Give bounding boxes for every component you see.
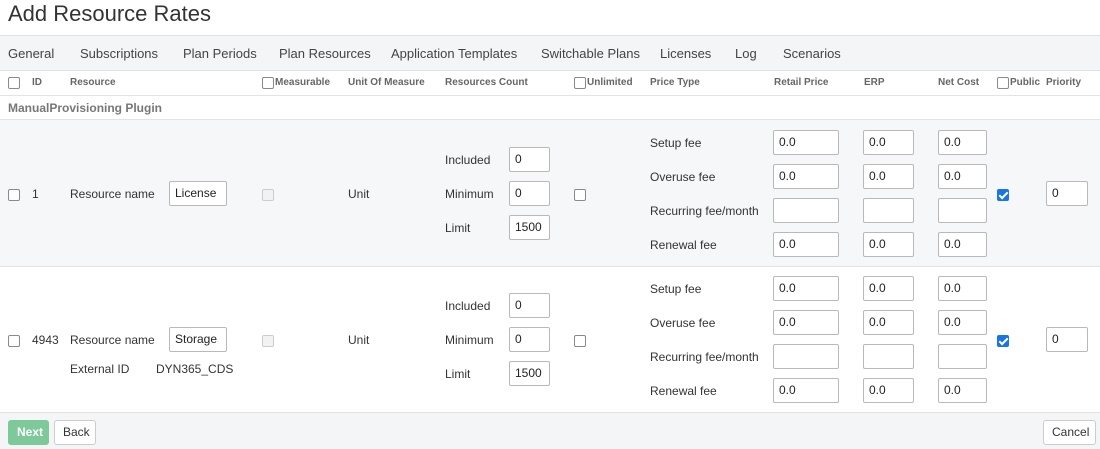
measurable-checkbox [262, 335, 274, 347]
col-public: Public [1010, 77, 1041, 88]
col-erp: ERP [864, 77, 885, 88]
row-select-checkbox[interactable] [8, 189, 20, 201]
col-retail-price: Retail Price [774, 77, 829, 88]
renewal-fee-erp-input[interactable]: 0.0 [863, 232, 914, 257]
tab-plan-resources[interactable]: Plan Resources [279, 46, 371, 61]
public-all-checkbox[interactable] [997, 77, 1009, 89]
limit-input[interactable]: 1500 [509, 215, 550, 240]
included-label: Included [445, 299, 491, 313]
unlimited-checkbox[interactable] [574, 335, 586, 347]
col-resource: Resource [70, 77, 116, 88]
renewal-fee-retail-input[interactable]: 0.0 [773, 232, 839, 257]
next-button[interactable]: Next [8, 420, 49, 445]
unlimited-checkbox[interactable] [574, 189, 586, 201]
tab-licenses[interactable]: Licenses [660, 46, 711, 61]
unit-of-measure: Unit [348, 333, 370, 347]
col-resources-count: Resources Count [445, 77, 528, 88]
priority-input[interactable]: 0 [1046, 327, 1088, 352]
table-header: ID Resource Measurable Unit Of Measure R… [0, 71, 1100, 96]
included-input[interactable]: 0 [509, 147, 550, 172]
setup-fee-label: Setup fee [650, 282, 702, 296]
public-checkbox[interactable] [997, 335, 1009, 347]
overuse-fee-label: Overuse fee [650, 316, 716, 330]
setup-fee-erp-input[interactable]: 0.0 [863, 130, 914, 155]
recurring-fee-label: Recurring fee/month [650, 350, 759, 364]
external-id-value: DYN365_CDS [156, 362, 234, 376]
overuse-fee-net-input[interactable]: 0.0 [938, 164, 987, 189]
col-id: ID [32, 77, 42, 88]
footer-bar: Next Back Cancel [0, 412, 1100, 449]
overuse-fee-retail-input[interactable]: 0.0 [773, 164, 839, 189]
minimum-label: Minimum [445, 187, 494, 201]
setup-fee-retail-input[interactable]: 0.0 [773, 276, 839, 301]
table-row: 4943 Resource name Storage External ID D… [0, 266, 1100, 412]
resource-name-label: Resource name [70, 333, 155, 347]
recurring-fee-retail-input[interactable] [773, 344, 839, 369]
renewal-fee-label: Renewal fee [650, 384, 717, 398]
measurable-checkbox [262, 189, 274, 201]
included-input[interactable]: 0 [509, 293, 550, 318]
tab-bar: General Subscriptions Plan Periods Plan … [0, 35, 1100, 71]
col-priority: Priority [1046, 77, 1082, 88]
renewal-fee-net-input[interactable]: 0.0 [938, 378, 987, 403]
setup-fee-net-input[interactable]: 0.0 [938, 130, 987, 155]
renewal-fee-erp-input[interactable]: 0.0 [863, 378, 914, 403]
col-unit-of-measure: Unit Of Measure [348, 77, 425, 88]
row-id: 4943 [32, 333, 59, 347]
overuse-fee-erp-input[interactable]: 0.0 [863, 164, 914, 189]
tab-plan-periods[interactable]: Plan Periods [183, 46, 257, 61]
recurring-fee-retail-input[interactable] [773, 198, 839, 223]
resource-name-input[interactable]: License [169, 181, 227, 206]
priority-input[interactable]: 0 [1046, 181, 1088, 206]
minimum-input[interactable]: 0 [509, 181, 550, 206]
recurring-fee-label: Recurring fee/month [650, 204, 759, 218]
overuse-fee-retail-input[interactable]: 0.0 [773, 310, 839, 335]
overuse-fee-erp-input[interactable]: 0.0 [863, 310, 914, 335]
overuse-fee-net-input[interactable]: 0.0 [938, 310, 987, 335]
resource-name-label: Resource name [70, 187, 155, 201]
external-id-label: External ID [70, 362, 130, 376]
tab-scenarios[interactable]: Scenarios [783, 46, 841, 61]
col-net-cost: Net Cost [938, 77, 980, 88]
recurring-fee-erp-input[interactable] [863, 344, 914, 369]
limit-label: Limit [445, 367, 471, 381]
included-label: Included [445, 153, 491, 167]
renewal-fee-net-input[interactable]: 0.0 [938, 232, 987, 257]
group-title: ManualProvisioning Plugin [8, 101, 163, 115]
tab-general[interactable]: General [8, 46, 54, 61]
recurring-fee-erp-input[interactable] [863, 198, 914, 223]
page-title: Add Resource Rates [8, 1, 211, 26]
limit-label: Limit [445, 221, 471, 235]
minimum-label: Minimum [445, 333, 494, 347]
setup-fee-label: Setup fee [650, 136, 702, 150]
recurring-fee-net-input[interactable] [938, 344, 987, 369]
unit-of-measure: Unit [348, 187, 370, 201]
cancel-button[interactable]: Cancel [1043, 420, 1096, 445]
setup-fee-erp-input[interactable]: 0.0 [863, 276, 914, 301]
measurable-all-checkbox[interactable] [262, 77, 274, 89]
select-all-checkbox[interactable] [8, 77, 20, 89]
limit-input[interactable]: 1500 [509, 361, 550, 386]
renewal-fee-retail-input[interactable]: 0.0 [773, 378, 839, 403]
tab-subscriptions[interactable]: Subscriptions [80, 46, 158, 61]
col-price-type: Price Type [650, 77, 700, 88]
setup-fee-net-input[interactable]: 0.0 [938, 276, 987, 301]
unlimited-all-checkbox[interactable] [574, 77, 586, 89]
table-row: 1 Resource name License Unit Included 0 … [0, 119, 1100, 267]
minimum-input[interactable]: 0 [509, 327, 550, 352]
back-button[interactable]: Back [54, 420, 96, 445]
col-unlimited: Unlimited [587, 77, 633, 88]
overuse-fee-label: Overuse fee [650, 170, 716, 184]
recurring-fee-net-input[interactable] [938, 198, 987, 223]
setup-fee-retail-input[interactable]: 0.0 [773, 130, 839, 155]
row-select-checkbox[interactable] [8, 335, 20, 347]
col-measurable: Measurable [275, 77, 331, 88]
renewal-fee-label: Renewal fee [650, 238, 717, 252]
tab-log[interactable]: Log [735, 46, 757, 61]
tab-application-templates[interactable]: Application Templates [391, 46, 517, 61]
row-id: 1 [32, 187, 39, 201]
public-checkbox[interactable] [997, 189, 1009, 201]
tab-switchable-plans[interactable]: Switchable Plans [541, 46, 640, 61]
resource-name-input[interactable]: Storage [169, 327, 227, 352]
